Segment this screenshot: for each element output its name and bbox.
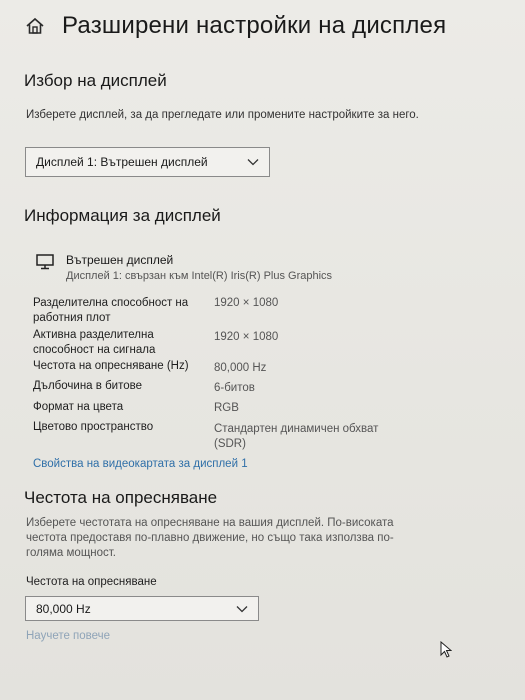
adapter-properties-link[interactable]: Свойства на видеокартата за дисплей 1	[33, 458, 248, 470]
info-label-desktop-resolution: Разделителна способност на работния плот	[33, 297, 189, 324]
info-value-desktop-resolution: 1920 × 1080	[214, 297, 279, 309]
page-header: Разширени настройки на дисплея	[24, 12, 446, 40]
info-value-color-format: RGB	[214, 402, 239, 414]
refresh-rate-description: Изберете честотата на опресняване на ваш…	[26, 517, 394, 559]
display-select-dropdown[interactable]: Дисплей 1: Вътрешен дисплей	[25, 147, 270, 177]
display-connection: Дисплей 1: свързан към Intel(R) Iris(R) …	[66, 270, 333, 282]
refresh-rate-heading: Честота на опресняване	[24, 488, 218, 507]
display-info-heading: Информация за дисплей	[24, 206, 221, 225]
info-value-refresh-rate: 80,000 Hz	[214, 362, 267, 374]
mouse-cursor-icon	[440, 641, 452, 658]
display-select-value: Дисплей 1: Вътрешен дисплей	[36, 155, 208, 169]
info-label-color-format: Формат на цвета	[33, 401, 124, 413]
learn-more-link[interactable]: Научете повече	[26, 630, 110, 642]
info-value-bit-depth: 6-битов	[214, 382, 255, 394]
refresh-rate-value: 80,000 Hz	[36, 601, 91, 616]
info-label-signal-resolution: Активна разделителна способност на сигна…	[33, 329, 156, 356]
choose-display-description: Изберете дисплей, за да прегледате или п…	[26, 109, 419, 121]
settings-page: Разширени настройки на дисплея Избор на …	[0, 0, 525, 700]
page-title: Разширени настройки на дисплея	[62, 12, 447, 39]
info-value-signal-resolution: 1920 × 1080	[214, 331, 279, 343]
info-value-color-space: Стандартен динамичен обхват (SDR)	[214, 423, 379, 450]
refresh-rate-dropdown[interactable]: 80,000 Hz	[25, 596, 259, 621]
refresh-rate-dropdown-label: Честота на опресняване	[26, 576, 157, 588]
info-label-refresh-rate: Честота на опресняване (Hz)	[33, 360, 189, 372]
info-label-color-space: Цветово пространство	[33, 421, 154, 433]
display-name: Вътрешен дисплей	[66, 253, 174, 267]
info-label-bit-depth: Дълбочина в битове	[33, 380, 142, 392]
home-icon[interactable]	[24, 15, 46, 37]
monitor-icon	[36, 254, 54, 270]
choose-display-heading: Избор на дисплей	[24, 71, 167, 90]
chevron-down-icon	[236, 605, 248, 612]
chevron-down-icon	[247, 159, 259, 166]
